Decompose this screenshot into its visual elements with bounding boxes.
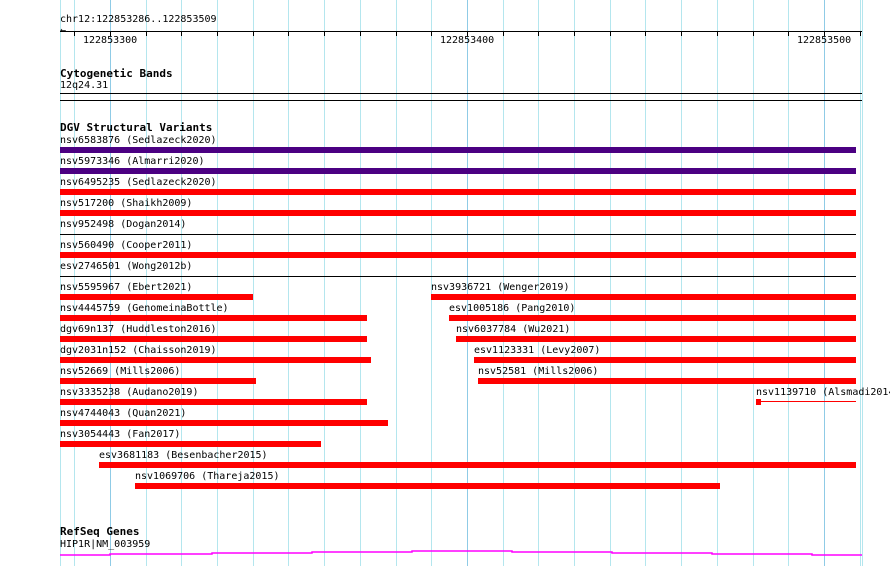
gene-line[interactable] <box>60 550 862 556</box>
gene-model[interactable] <box>0 0 890 566</box>
